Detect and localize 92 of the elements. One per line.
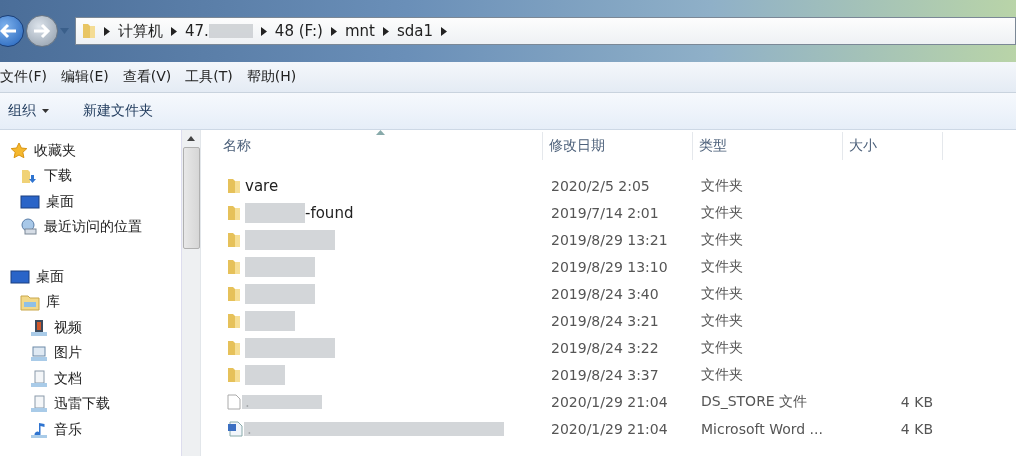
recent-places-icon	[20, 218, 38, 237]
breadcrumb-arrow-icon[interactable]	[330, 26, 337, 36]
film-icon	[30, 318, 48, 337]
folder-icon	[227, 339, 241, 356]
nav-item[interactable]: 收藏夹	[34, 141, 76, 160]
sort-arrow-icon	[376, 130, 385, 135]
menu-item[interactable]: 编辑(E)	[61, 68, 109, 86]
type-cell-text: 文件夹	[700, 284, 744, 303]
document-library-icon	[30, 395, 48, 414]
breadcrumb[interactable]: sda1	[396, 22, 433, 40]
file-name[interactable]: -found	[305, 203, 354, 222]
toolbar-button[interactable]: 新建文件夹	[83, 102, 153, 120]
date-cell-text: 2020/1/29 21:04	[550, 393, 669, 410]
nav-item[interactable]: 视频	[54, 318, 82, 337]
nav-item[interactable]: 文档	[54, 369, 82, 388]
nav-item[interactable]: 桌面	[36, 267, 64, 286]
date-cell-text: 2020/1/29 21:04	[550, 420, 669, 437]
folder-icon	[227, 204, 241, 221]
nav-item[interactable]: 库	[46, 293, 60, 312]
type-cell-text: 文件夹	[700, 311, 744, 330]
folder-icon	[227, 258, 241, 275]
column-header[interactable]: 修改日期	[543, 132, 693, 160]
monitor-icon	[10, 268, 30, 285]
word-document-icon	[227, 420, 243, 437]
date-cell-text: 2020/2/5 2:05	[550, 177, 651, 194]
type-cell-text: Microsoft Word ...	[700, 420, 824, 437]
type-cell-text: 文件夹	[700, 365, 744, 384]
breadcrumb-arrow-icon[interactable]	[382, 26, 389, 36]
folder-icon	[82, 23, 96, 39]
breadcrumb[interactable]: 计算机	[118, 21, 163, 41]
breadcrumb[interactable]: 48 (F:)	[274, 22, 323, 40]
scrollbar[interactable]	[181, 130, 200, 456]
back-button[interactable]	[0, 15, 24, 47]
nav-item[interactable]: 最近访问的位置	[44, 218, 142, 237]
type-cell-text: 文件夹	[700, 230, 744, 249]
type-cell-text: 文件夹	[700, 257, 744, 276]
star-icon	[10, 141, 28, 160]
column-header[interactable]: 大小	[843, 132, 943, 160]
nav-item[interactable]: 迅雷下载	[54, 395, 110, 414]
size-cell: 4 KB	[900, 420, 933, 437]
picture-library-icon	[30, 344, 48, 363]
redaction-blur	[245, 256, 315, 277]
redaction-blur	[245, 364, 285, 385]
date-cell-text: 2019/8/24 3:37	[550, 366, 660, 383]
type-cell-text: 文件夹	[700, 203, 744, 222]
menu-item[interactable]: 查看(V)	[122, 68, 172, 86]
breadcrumb-arrow-icon[interactable]	[441, 26, 447, 36]
download-folder-icon	[20, 167, 38, 186]
nav-item[interactable]: 桌面	[46, 192, 74, 211]
scrollbar-thumb[interactable]	[182, 147, 200, 249]
breadcrumb-arrow-icon[interactable]	[171, 26, 177, 36]
date-cell-text: 2019/8/24 3:22	[550, 339, 660, 356]
file-name[interactable]: vare	[245, 176, 279, 195]
date-cell-text: 2019/8/24 3:40	[550, 285, 660, 302]
menu-item[interactable]: 帮助(H)	[246, 68, 297, 86]
nav-item[interactable]: 图片	[54, 344, 82, 363]
arrow-right-icon	[32, 23, 52, 39]
music-note-icon	[30, 420, 48, 439]
folder-icon	[227, 285, 241, 302]
nav-item[interactable]: 下载	[44, 167, 72, 186]
date-cell-text: 2019/8/29 13:21	[550, 231, 669, 248]
column-header[interactable]: 类型	[693, 132, 843, 160]
arrow-left-icon	[0, 23, 18, 39]
breadcrumb-arrow-icon[interactable]	[104, 26, 110, 36]
forward-button[interactable]	[26, 15, 58, 47]
redaction-blur	[208, 24, 253, 38]
type-cell-text: 文件夹	[700, 338, 744, 357]
address-bar[interactable]: 计算机 47. 48 (F:) mnt sda1	[75, 17, 1016, 45]
breadcrumb[interactable]: 47.	[185, 22, 209, 40]
folder-icon	[227, 231, 241, 248]
redaction-blur	[245, 310, 295, 331]
redaction-blur	[245, 202, 305, 223]
toolbar-button[interactable]: 组织	[8, 102, 49, 120]
redaction-blur	[245, 283, 315, 304]
menu-item[interactable]: 文件(F)	[0, 68, 47, 86]
type-cell-text: 文件夹	[700, 176, 744, 195]
library-folder-icon	[20, 293, 40, 312]
breadcrumb[interactable]: mnt	[344, 22, 375, 40]
nav-item[interactable]: 音乐	[54, 420, 82, 439]
type-cell-text: DS_STORE 文件	[700, 392, 809, 411]
folder-icon	[227, 312, 241, 329]
folder-icon	[227, 366, 241, 383]
breadcrumb-arrow-icon[interactable]	[260, 26, 267, 36]
menu-item[interactable]: 工具(T)	[185, 68, 233, 86]
scroll-up-icon[interactable]	[187, 136, 195, 141]
monitor-icon	[20, 193, 40, 210]
date-cell-text: 2019/8/29 13:10	[550, 258, 669, 275]
folder-icon	[227, 177, 241, 194]
date-cell-text: 2019/8/24 3:21	[550, 312, 660, 329]
size-cell: 4 KB	[900, 393, 933, 410]
document-library-icon	[30, 369, 48, 388]
date-cell-text: 2019/7/14 2:01	[550, 204, 660, 221]
